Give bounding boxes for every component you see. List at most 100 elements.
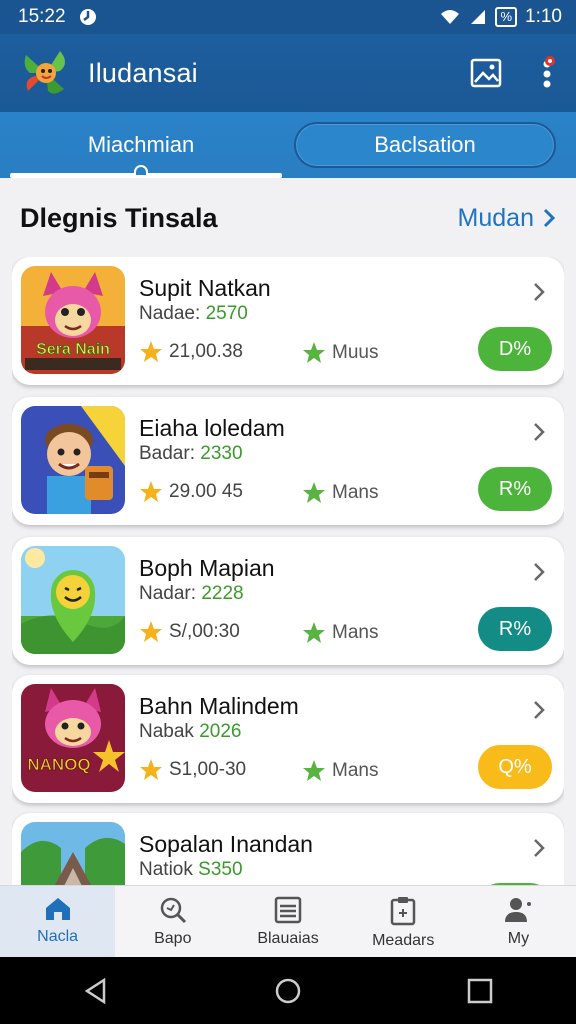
app-title: Iludansai [88,57,198,88]
rating-value: S1,00-30 [169,759,247,780]
category-label: Mans [332,482,379,503]
person-icon [505,898,532,922]
sub-value: 2228 [201,583,244,604]
nav-item-search[interactable]: Bapo [115,886,230,957]
rating: S/,00:30 [139,620,240,644]
tab-indicator-notch [134,165,148,175]
green-star-icon [303,622,325,643]
app-bar: Iludansai [0,34,576,112]
game-subtitle: Badar: 2330 [139,443,243,465]
signal-icon [471,10,486,24]
category: Mans [302,621,378,645]
gallery-button[interactable] [470,58,502,88]
game-thumbnail [21,822,125,885]
green-star-icon [303,482,325,503]
system-navigation-bar [0,957,576,1024]
nav-item-list[interactable]: Blauaias [230,886,345,957]
recents-icon[interactable] [466,977,494,1005]
category: Mans [302,759,378,783]
game-thumbnail: NANOQ [21,684,125,792]
green-star-icon [303,760,325,781]
chevron-right-icon [534,563,545,581]
action-button[interactable]: Q% [478,745,552,789]
sub-value: 2330 [200,443,243,464]
category: Muus [302,341,378,365]
green-star-icon [303,342,325,363]
tab-baclsation[interactable]: Baclsation [294,122,556,168]
game-thumbnail [21,406,125,514]
wifi-icon [441,10,460,24]
search-icon [160,897,186,924]
status-right: % 1:10 [439,6,562,28]
game-name: Supit Natkan [139,275,271,301]
status-bar: 15:22 % 1:10 [0,0,576,34]
sub-label: Nadar: [139,583,197,604]
back-icon[interactable] [82,977,110,1005]
list-item[interactable]: Eiaha loledam Badar: 2330 29.00 45 Mans … [12,397,564,525]
game-list: Sera Nain Supit Natkan Nadae: 2570 21,00… [12,257,564,885]
chevron-right-icon [543,208,556,228]
tab-label: Miachmian [87,132,195,157]
game-name: Sopalan Inandan [139,831,313,857]
list-item[interactable]: Sera Nain Supit Natkan Nadae: 2570 21,00… [12,257,564,385]
sub-value: 2026 [199,721,242,742]
star-icon [140,481,162,502]
sub-value: 2570 [205,303,248,324]
game-subtitle: Nadar: 2228 [139,583,244,605]
action-button[interactable]: D% [478,327,552,371]
category-label: Mans [332,760,379,781]
thumbnail-title: Sera Nain [36,341,110,358]
category-label: Mans [332,622,379,643]
chevron-right-icon [534,701,545,719]
tab-miachmian[interactable]: Miachmian [0,112,282,178]
list-item[interactable]: Sopalan Inandan Natiok S350 [12,813,564,885]
tab-label: Baclsation [374,132,476,157]
nav-item-profile[interactable]: My [461,886,576,957]
bottom-navigation: Nacla Bapo Blauaias Meadars My [0,885,576,957]
chevron-right-icon [534,423,545,441]
rating-value: S/,00:30 [169,621,240,642]
sub-label: Badar: [139,443,195,464]
category-label: Muus [332,342,379,363]
sub-label: Nabak [139,721,194,742]
rating: S1,00-30 [139,758,246,782]
star-icon [140,621,162,642]
home-circle-icon[interactable] [274,977,302,1005]
more-vertical-icon [543,56,555,88]
nav-item-home[interactable]: Nacla [0,886,116,957]
section-title: Dlegnis Tinsala [20,202,218,233]
nav-item-clipboard[interactable]: Meadars [346,886,461,957]
clipboard-icon [390,897,416,926]
rating: 29.00 45 [139,480,243,504]
rating-value: 21,00.38 [169,341,243,362]
thumbnail-title: NANOQ [27,755,90,774]
nav-label: My [507,930,530,947]
game-name: Boph Mapian [139,555,275,581]
home-icon [45,898,70,920]
app-logo-icon [24,51,65,94]
game-thumbnail [21,546,125,654]
list-item[interactable]: Boph Mapian Nadar: 2228 S/,00:30 Mans R% [12,537,564,665]
see-more-label: Mudan [457,203,534,232]
nav-label: Bapo [154,930,192,947]
star-icon [140,759,162,780]
action-button[interactable]: R% [478,467,552,511]
rating: 21,00.38 [139,340,243,364]
game-subtitle: Natiok S350 [139,859,243,881]
game-subtitle: Nabak 2026 [139,721,241,743]
nav-label: Meadars [372,932,435,949]
nav-label: Blauaias [257,930,319,947]
chevron-right-icon [534,283,545,301]
game-name: Bahn Malindem [139,693,299,719]
sub-label: Natiok [139,859,193,880]
more-menu-button[interactable] [538,55,556,91]
sub-label: Nadae: [139,303,201,324]
see-more-link[interactable]: Mudan [458,204,556,233]
section-header: Dlegnis Tinsala Mudan [0,178,576,258]
action-button[interactable]: R% [478,607,552,651]
sub-value: S350 [198,859,243,880]
rating-value: 29.00 45 [169,481,243,502]
game-thumbnail: Sera Nain [21,266,125,374]
list-item[interactable]: NANOQ Bahn Malindem Nabak 2026 S1,00-30 … [12,675,564,803]
status-time: 15:22 [18,6,66,27]
